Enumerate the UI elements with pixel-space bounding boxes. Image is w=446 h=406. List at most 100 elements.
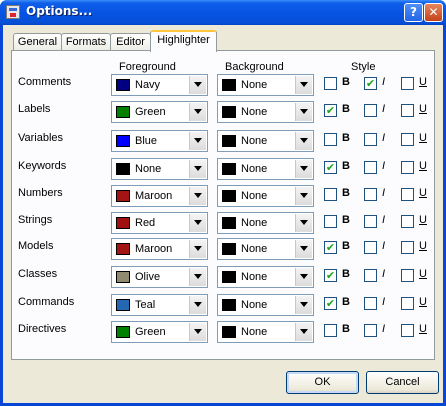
underline-checkbox-directives[interactable] (401, 324, 414, 337)
italic-checkbox-directives[interactable] (364, 324, 377, 337)
foreground-select-classes[interactable]: Olive (111, 266, 208, 288)
title-bar[interactable]: Options... ? ✕ (0, 0, 446, 25)
underline-checkbox-classes[interactable] (401, 269, 414, 282)
foreground-select-labels[interactable]: Green (111, 101, 208, 123)
foreground-select-numbers[interactable]: Maroon (111, 185, 208, 207)
row-label-models: Models (18, 240, 54, 252)
color-name: None (241, 326, 268, 338)
bold-checkbox-keywords[interactable]: ✔ (324, 161, 337, 174)
chevron-down-icon[interactable] (295, 103, 312, 121)
chevron-down-icon[interactable] (189, 323, 206, 341)
chevron-down-icon[interactable] (295, 160, 312, 178)
chevron-down-icon[interactable] (295, 240, 312, 258)
chevron-down-icon[interactable] (295, 268, 312, 286)
chevron-down-icon[interactable] (189, 268, 206, 286)
chevron-down-icon[interactable] (189, 76, 206, 94)
foreground-select-strings[interactable]: Red (111, 212, 208, 234)
italic-checkbox-models[interactable] (364, 241, 377, 254)
foreground-select-comments[interactable]: Navy (111, 74, 208, 96)
chevron-down-icon[interactable] (189, 132, 206, 150)
italic-checkbox-comments[interactable]: ✔ (364, 77, 377, 90)
tab-general[interactable]: General (13, 33, 62, 51)
foreground-select-variables[interactable]: Blue (111, 130, 208, 152)
chevron-down-icon[interactable] (295, 132, 312, 150)
underline-checkbox-comments[interactable] (401, 77, 414, 90)
color-swatch (222, 271, 236, 283)
chevron-down-icon[interactable] (189, 214, 206, 232)
underline-checkbox-commands[interactable] (401, 297, 414, 310)
row-label-numbers: Numbers (18, 187, 63, 199)
help-button[interactable]: ? (404, 3, 423, 22)
chevron-down-icon[interactable] (189, 103, 206, 121)
italic-label: I (382, 268, 386, 280)
chevron-down-icon[interactable] (295, 323, 312, 341)
foreground-select-models[interactable]: Maroon (111, 238, 208, 260)
italic-checkbox-variables[interactable] (364, 133, 377, 146)
close-button[interactable]: ✕ (424, 3, 443, 22)
tab-formats[interactable]: Formats (61, 33, 111, 51)
tab-editor[interactable]: Editor (110, 33, 151, 51)
tab-highlighter[interactable]: Highlighter (150, 30, 217, 52)
background-select-commands[interactable]: None (217, 294, 314, 316)
background-select-classes[interactable]: None (217, 266, 314, 288)
italic-label: I (382, 160, 386, 172)
bold-label: B (342, 268, 350, 280)
chevron-down-icon[interactable] (295, 76, 312, 94)
bold-checkbox-strings[interactable] (324, 215, 337, 228)
color-name: None (241, 271, 268, 283)
chevron-down-icon[interactable] (295, 214, 312, 232)
bold-checkbox-numbers[interactable] (324, 188, 337, 201)
bold-checkbox-classes[interactable]: ✔ (324, 269, 337, 282)
italic-checkbox-commands[interactable] (364, 297, 377, 310)
italic-checkbox-labels[interactable] (364, 104, 377, 117)
color-name: Teal (135, 299, 156, 311)
italic-checkbox-keywords[interactable] (364, 161, 377, 174)
background-select-labels[interactable]: None (217, 101, 314, 123)
underline-label: U (419, 76, 427, 88)
background-select-directives[interactable]: None (217, 321, 314, 343)
underline-checkbox-labels[interactable] (401, 104, 414, 117)
background-select-variables[interactable]: None (217, 130, 314, 152)
bold-checkbox-directives[interactable] (324, 324, 337, 337)
color-swatch (222, 79, 236, 91)
bold-label: B (342, 187, 350, 199)
underline-checkbox-variables[interactable] (401, 133, 414, 146)
bold-checkbox-commands[interactable]: ✔ (324, 297, 337, 310)
bold-checkbox-models[interactable]: ✔ (324, 241, 337, 254)
italic-checkbox-strings[interactable] (364, 215, 377, 228)
bold-checkbox-comments[interactable] (324, 77, 337, 90)
chevron-down-icon[interactable] (295, 296, 312, 314)
chevron-down-icon[interactable] (189, 187, 206, 205)
ok-button[interactable]: OK (286, 371, 359, 394)
foreground-select-commands[interactable]: Teal (111, 294, 208, 316)
italic-label: I (382, 76, 386, 88)
row-label-strings: Strings (18, 214, 53, 226)
underline-checkbox-models[interactable] (401, 241, 414, 254)
background-select-keywords[interactable]: None (217, 158, 314, 180)
bold-label: B (342, 214, 350, 226)
chevron-down-icon[interactable] (189, 296, 206, 314)
bold-checkbox-labels[interactable]: ✔ (324, 104, 337, 117)
background-select-numbers[interactable]: None (217, 185, 314, 207)
background-select-comments[interactable]: None (217, 74, 314, 96)
chevron-down-icon[interactable] (189, 160, 206, 178)
background-select-strings[interactable]: None (217, 212, 314, 234)
color-name: None (135, 163, 162, 175)
underline-checkbox-keywords[interactable] (401, 161, 414, 174)
row-label-directives: Directives (18, 323, 67, 335)
bold-checkbox-variables[interactable] (324, 133, 337, 146)
background-header: Background (225, 61, 284, 73)
options-dialog: Options... ? ✕ General Formats Editor Hi… (0, 0, 446, 406)
italic-checkbox-numbers[interactable] (364, 188, 377, 201)
background-select-models[interactable]: None (217, 238, 314, 260)
cancel-button[interactable]: Cancel (366, 371, 439, 394)
foreground-select-directives[interactable]: Green (111, 321, 208, 343)
italic-checkbox-classes[interactable] (364, 269, 377, 282)
foreground-select-keywords[interactable]: None (111, 158, 208, 180)
chevron-down-icon[interactable] (295, 187, 312, 205)
row-label-variables: Variables (18, 132, 64, 144)
underline-checkbox-numbers[interactable] (401, 188, 414, 201)
underline-checkbox-strings[interactable] (401, 215, 414, 228)
italic-label: I (382, 132, 386, 144)
chevron-down-icon[interactable] (189, 240, 206, 258)
